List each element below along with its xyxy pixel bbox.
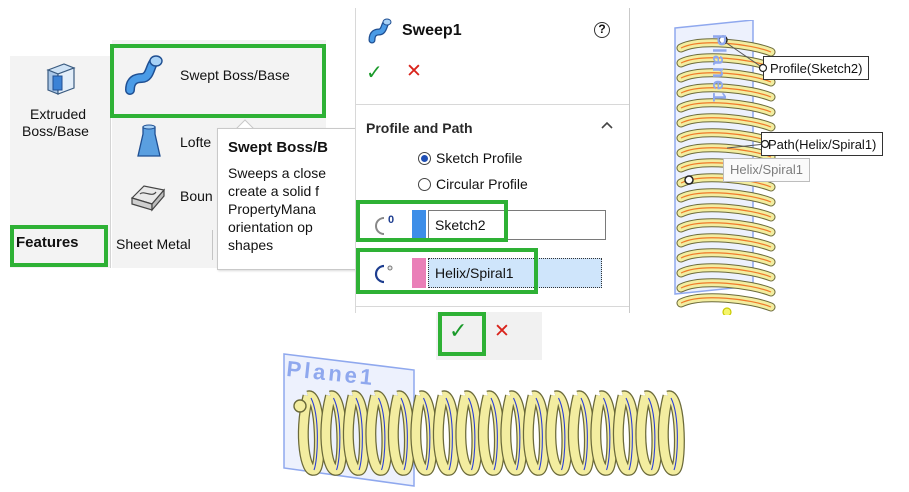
- boundary-boss-label: Boun: [180, 188, 213, 204]
- spring-start-profile: [293, 399, 307, 413]
- tab-sheet-metal[interactable]: Sheet Metal: [116, 236, 191, 252]
- tooltip-line-5: shapes: [228, 237, 274, 253]
- cancel-x-icon[interactable]: ✕: [406, 60, 422, 83]
- collapse-chevron-icon[interactable]: [600, 120, 614, 130]
- confirm-cancel-icon[interactable]: ✕: [494, 320, 510, 343]
- extruded-label-line2: Boss/Base: [22, 123, 89, 139]
- path-field-highlight: [356, 248, 538, 294]
- extruded-boss-icon: [46, 63, 76, 95]
- header-divider: [356, 104, 629, 105]
- lofted-boss-button[interactable]: Lofte: [112, 120, 217, 164]
- circular-profile-label: Circular Profile: [436, 176, 528, 192]
- sweep-feature-icon: [368, 18, 392, 44]
- extruded-boss-base-button[interactable]: Extruded Boss/Base: [10, 56, 110, 160]
- vertical-spring-view: Plane1 Profile(Sketch2) Path(Helix/Spira…: [663, 20, 909, 315]
- tooltip-title: Swept Boss/B: [228, 139, 329, 156]
- bottom-divider: [356, 306, 629, 307]
- tooltip-line-1: Sweeps a close: [228, 165, 327, 181]
- boundary-boss-icon: [130, 185, 166, 212]
- horizontal-spring-coils: [297, 390, 685, 476]
- helix-hover-label: Helix/Spiral1: [723, 158, 810, 182]
- tab-separator: [212, 230, 213, 260]
- tooltip-line-3: PropertyMana: [228, 201, 316, 217]
- tooltip-line-2: create a solid f: [228, 183, 320, 199]
- path-callout[interactable]: Path(Helix/Spiral1): [761, 132, 884, 156]
- sketch-profile-radio[interactable]: [418, 152, 431, 165]
- circular-profile-radio[interactable]: [418, 178, 431, 191]
- property-manager-title: Sweep1: [402, 22, 462, 39]
- features-tab-highlight: [10, 225, 108, 267]
- help-icon[interactable]: ?: [594, 22, 610, 38]
- profile-callout[interactable]: Profile(Sketch2): [763, 56, 870, 80]
- lofted-boss-label: Lofte: [180, 134, 212, 150]
- swept-button-highlight: [110, 44, 326, 118]
- tooltip-line-4: orientation op: [228, 219, 313, 235]
- callout-anchor-icons: [758, 63, 769, 149]
- sketch-profile-label: Sketch Profile: [436, 150, 523, 166]
- helix-point-marker: [684, 175, 694, 185]
- lofted-boss-icon: [137, 124, 161, 157]
- swept-tooltip: Swept Boss/B Sweeps a close create a sol…: [217, 128, 361, 270]
- section-title-profile-and-path: Profile and Path: [366, 120, 473, 136]
- horizontal-spring-view: Plane1: [274, 348, 744, 488]
- boundary-boss-button[interactable]: Boun: [112, 172, 217, 216]
- ok-check-icon[interactable]: ✓: [366, 60, 383, 85]
- extruded-label-line1: Extruded: [30, 106, 87, 122]
- helix-end-marker: [722, 307, 732, 315]
- profile-field-highlight: [356, 200, 508, 242]
- plane1-vertical-label: Plane1: [709, 34, 729, 105]
